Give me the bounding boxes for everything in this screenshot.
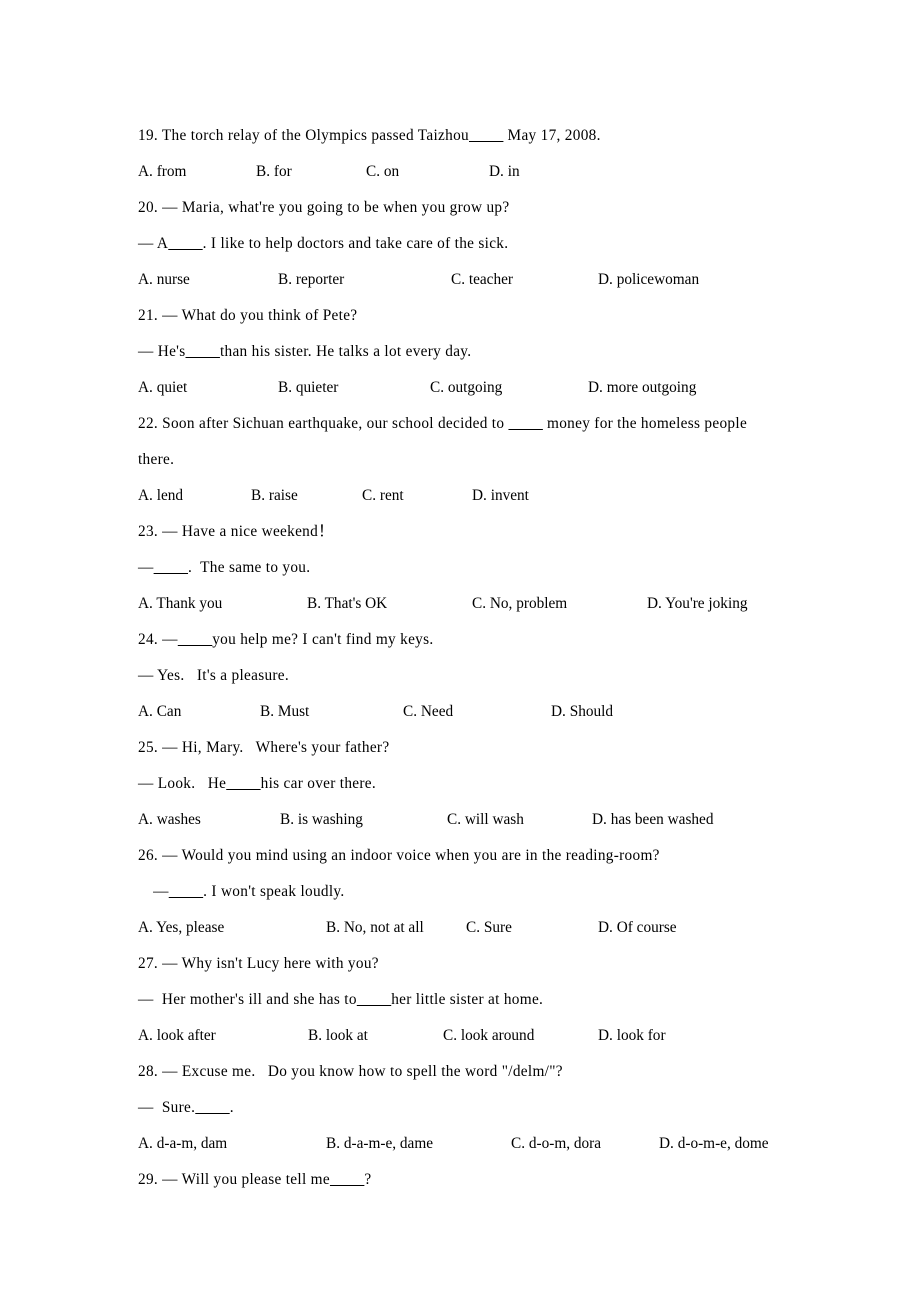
option-choice[interactable]: C. look around — [443, 1018, 598, 1054]
option-row: A. washes B. is washing C. will wash D. has… — [138, 802, 778, 838]
answer-blank — [168, 235, 202, 252]
answer-blank — [178, 631, 212, 648]
option-choice[interactable]: A. from — [138, 154, 256, 190]
option-choice[interactable]: D. Should — [551, 694, 613, 730]
option-choice[interactable]: B. for — [256, 154, 366, 190]
option-row: A. Can B. Must C. Need D. Should — [138, 694, 778, 730]
option-choice[interactable]: B. look at — [308, 1018, 443, 1054]
answer-blank — [226, 775, 260, 792]
option-row: A. Thank you B. That's OK C. No, problem D.… — [138, 586, 778, 622]
option-choice[interactable]: A. d-a-m, dam — [138, 1126, 326, 1162]
question-block: 19. The torch relay of the Olympics pass… — [138, 118, 778, 190]
option-choice[interactable]: D. invent — [472, 478, 529, 514]
option-choice[interactable]: A. washes — [138, 802, 280, 838]
question-block: 28. — Excuse me. Do you know how to spel… — [138, 1054, 778, 1162]
option-choice[interactable]: C. will wash — [447, 802, 592, 838]
question-stem: 20. — Maria, what're you going to be whe… — [138, 199, 510, 216]
answer-blank — [330, 1171, 364, 1188]
answer-blank — [169, 883, 203, 900]
question-block: 27. — Why isn't Lucy here with you? — Her… — [138, 946, 778, 1054]
question-stem: 29. — Will you please tell me ? — [138, 1171, 372, 1188]
option-choice[interactable]: D. Of course — [598, 910, 677, 946]
question-stem: 25. — Hi, Mary. Where's your father? — [138, 739, 390, 756]
question-reply-line: — A . I like to help doctors and take ca… — [138, 235, 509, 252]
option-choice[interactable]: A. look after — [138, 1018, 308, 1054]
question-block: 25. — Hi, Mary. Where's your father? — Lo… — [138, 730, 778, 838]
option-choice[interactable]: B. is washing — [280, 802, 447, 838]
question-block: 24. — you help me? I can't find my keys.… — [138, 622, 778, 730]
option-choice[interactable]: C. rent — [362, 478, 472, 514]
answer-blank — [357, 991, 391, 1008]
question-stem: 28. — Excuse me. Do you know how to spel… — [138, 1063, 563, 1080]
option-choice[interactable]: C. d-o-m, dora — [511, 1126, 659, 1162]
option-choice[interactable]: D. look for — [598, 1018, 666, 1054]
question-reply-line: — Yes. It's a pleasure. — [138, 667, 290, 684]
question-stem: 19. The torch relay of the Olympics pass… — [138, 127, 601, 144]
option-choice[interactable]: A. lend — [138, 478, 251, 514]
question-block: 26. — Would you mind using an indoor voi… — [138, 838, 778, 946]
answer-blank — [508, 415, 542, 432]
option-row: A. quiet B. quieter C. outgoing D. more out… — [138, 370, 778, 406]
question-reply-line: — Sure. . — [138, 1099, 234, 1116]
option-choice[interactable]: A. nurse — [138, 262, 278, 298]
option-choice[interactable]: B. quieter — [278, 370, 430, 406]
option-choice[interactable]: C. outgoing — [430, 370, 588, 406]
question-reply-line: — Her mother's ill and she has to her li… — [138, 991, 544, 1008]
option-row: A. lend B. raise C. rent D. invent — [138, 478, 778, 514]
option-choice[interactable]: C. on — [366, 154, 489, 190]
question-reply-line: — . I won't speak loudly. — [149, 883, 345, 900]
option-choice[interactable]: A. quiet — [138, 370, 278, 406]
option-choice[interactable]: B. That's OK — [307, 586, 472, 622]
option-choice[interactable]: B. raise — [251, 478, 362, 514]
question-list: 19. The torch relay of the Olympics pass… — [138, 118, 778, 1198]
question-block: 21. — What do you think of Pete? — He's t… — [138, 298, 778, 406]
option-row: A. from B. for C. on D. in — [138, 154, 778, 190]
answer-blank — [195, 1099, 229, 1116]
option-choice[interactable]: B. Must — [260, 694, 403, 730]
option-choice[interactable]: C. No, problem — [472, 586, 647, 622]
option-choice[interactable]: A. Thank you — [138, 586, 307, 622]
option-row: A. nurse B. reporter C. teacher D. policewo… — [138, 262, 778, 298]
question-reply-line: — . The same to you. — [138, 559, 311, 576]
question-block: 22. Soon after Sichuan earthquake, our s… — [138, 406, 778, 514]
question-stem: 27. — Why isn't Lucy here with you? — [138, 955, 379, 972]
option-row: A. d-a-m, dam B. d-a-m-e, dame C. d-o-m, d… — [138, 1126, 778, 1162]
question-block: 23. — Have a nice weekend！ — . The same t… — [138, 514, 778, 622]
option-row: A. Yes, please B. No, not at all C. Sure D.… — [138, 910, 778, 946]
option-choice[interactable]: B. d-a-m-e, dame — [326, 1126, 511, 1162]
question-stem: 21. — What do you think of Pete? — [138, 307, 358, 324]
answer-blank — [154, 559, 188, 576]
option-choice[interactable]: B. No, not at all — [326, 910, 466, 946]
option-choice[interactable]: D. has been washed — [592, 802, 714, 838]
question-stem: 24. — you help me? I can't find my keys. — [138, 631, 434, 648]
question-stem: 23. — Have a nice weekend！ — [138, 523, 334, 540]
option-choice[interactable]: A. Yes, please — [138, 910, 326, 946]
option-choice[interactable]: D. in — [489, 154, 520, 190]
option-row: A. look after B. look at C. look around D. … — [138, 1018, 778, 1054]
question-block: 20. — Maria, what're you going to be whe… — [138, 190, 778, 298]
question-reply-line: — He's than his sister. He talks a lot e… — [138, 343, 472, 360]
question-stem: 26. — Would you mind using an indoor voi… — [138, 847, 660, 864]
option-choice[interactable]: D. policewoman — [598, 262, 699, 298]
option-choice[interactable]: D. d-o-m-e, dome — [659, 1126, 769, 1162]
option-choice[interactable]: C. teacher — [451, 262, 598, 298]
option-choice[interactable]: D. You're joking — [647, 586, 748, 622]
question-stem: 22. Soon after Sichuan earthquake, our s… — [138, 415, 748, 468]
option-choice[interactable]: B. reporter — [278, 262, 451, 298]
option-choice[interactable]: C. Sure — [466, 910, 598, 946]
question-reply-line: — Look. He his car over there. — [138, 775, 377, 792]
answer-blank — [469, 127, 503, 144]
answer-blank — [186, 343, 220, 360]
option-choice[interactable]: D. more outgoing — [588, 370, 696, 406]
option-choice[interactable]: A. Can — [138, 694, 260, 730]
document-page: 19. The torch relay of the Olympics pass… — [0, 0, 920, 1302]
option-choice[interactable]: C. Need — [403, 694, 551, 730]
question-block: 29. — Will you please tell me ? — [138, 1162, 778, 1198]
